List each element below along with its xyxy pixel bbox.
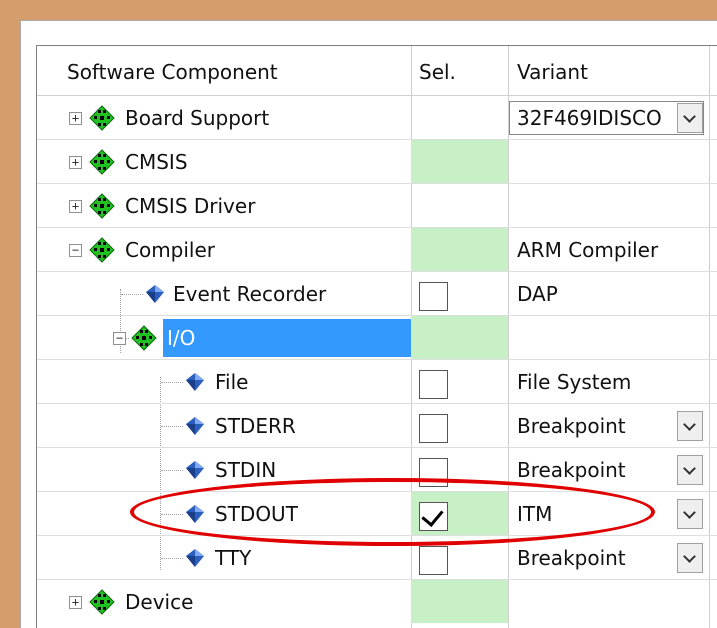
- blue-gem-icon: [186, 505, 204, 523]
- tree-row-stdout[interactable]: STDOUT ITM: [37, 492, 717, 536]
- expand-icon[interactable]: +: [69, 156, 82, 169]
- variant-value: File System: [517, 370, 632, 394]
- component-tree-grid: Software Component Sel. Variant + Board …: [36, 45, 717, 628]
- tree-row-board-support[interactable]: + Board Support 32F469IDISCO: [37, 96, 717, 140]
- header-software-component[interactable]: Software Component: [67, 46, 278, 96]
- blue-gem-icon: [186, 549, 204, 567]
- tree-row-device[interactable]: + Device: [37, 580, 717, 624]
- row-label: STDERR: [215, 414, 296, 438]
- select-checkbox[interactable]: [419, 414, 448, 443]
- blue-gem-icon: [146, 285, 164, 303]
- row-label: File: [215, 370, 249, 394]
- row-label: Compiler: [125, 238, 216, 262]
- tree-row-io[interactable]: − I/O: [37, 316, 717, 360]
- tree-row-compiler[interactable]: − Compiler ARM Compiler: [37, 228, 717, 272]
- collapse-icon[interactable]: −: [69, 244, 82, 257]
- select-checkbox[interactable]: [419, 370, 448, 399]
- tree-row-stderr[interactable]: STDERR Breakpoint: [37, 404, 717, 448]
- collapse-icon[interactable]: −: [113, 332, 126, 345]
- green-diamond-icon: [89, 589, 115, 615]
- select-checkbox[interactable]: [419, 546, 448, 575]
- tree-row-file[interactable]: File File System: [37, 360, 717, 404]
- variant-value: ITM: [517, 502, 553, 526]
- row-label: Event Recorder: [173, 282, 327, 306]
- chevron-down-icon[interactable]: [677, 455, 703, 485]
- select-checkbox[interactable]: [419, 458, 448, 487]
- green-diamond-icon: [89, 149, 115, 175]
- blue-gem-icon: [186, 373, 204, 391]
- variant-value: Breakpoint: [517, 458, 626, 482]
- selection-indicator: [411, 140, 508, 183]
- tree-row-cmsis[interactable]: + CMSIS: [37, 140, 717, 184]
- selection-highlight: [163, 319, 411, 357]
- expand-icon[interactable]: +: [69, 596, 82, 609]
- chevron-down-icon[interactable]: [677, 499, 703, 529]
- tree-row-event-recorder[interactable]: Event Recorder DAP: [37, 272, 717, 316]
- expand-icon[interactable]: +: [69, 112, 82, 125]
- expand-icon[interactable]: +: [69, 200, 82, 213]
- blue-gem-icon: [186, 417, 204, 435]
- variant-value: ARM Compiler: [517, 238, 659, 262]
- row-label: Board Support: [125, 106, 270, 130]
- variant-value: 32F469IDISCO: [517, 106, 662, 130]
- header-sel[interactable]: Sel.: [419, 46, 456, 96]
- chevron-down-icon[interactable]: [677, 543, 703, 573]
- chevron-down-icon[interactable]: [677, 411, 703, 441]
- row-label: TTY: [215, 546, 252, 570]
- green-diamond-icon: [89, 193, 115, 219]
- blue-gem-icon: [186, 461, 204, 479]
- row-label: CMSIS Driver: [125, 194, 256, 218]
- row-label: STDIN: [215, 458, 277, 482]
- tree-row-cmsis-driver[interactable]: + CMSIS Driver: [37, 184, 717, 228]
- select-checkbox-checked[interactable]: [419, 502, 448, 531]
- row-label: CMSIS: [125, 150, 188, 174]
- variant-value: Breakpoint: [517, 414, 626, 438]
- green-diamond-icon: [89, 237, 115, 263]
- tree-row-tty[interactable]: TTY Breakpoint: [37, 536, 717, 580]
- row-label: Device: [125, 590, 194, 614]
- variant-value: DAP: [517, 282, 558, 306]
- selection-indicator: [411, 580, 508, 623]
- green-diamond-icon: [131, 325, 157, 351]
- row-label: STDOUT: [215, 502, 298, 526]
- variant-value: Breakpoint: [517, 546, 626, 570]
- row-label: I/O: [167, 326, 196, 350]
- tree-row-stdin[interactable]: STDIN Breakpoint: [37, 448, 717, 492]
- chevron-down-icon[interactable]: [677, 103, 703, 133]
- green-diamond-icon: [89, 105, 115, 131]
- selection-indicator: [411, 228, 508, 271]
- selection-indicator: [411, 316, 508, 359]
- header-variant[interactable]: Variant: [517, 46, 588, 96]
- select-checkbox[interactable]: [419, 282, 448, 311]
